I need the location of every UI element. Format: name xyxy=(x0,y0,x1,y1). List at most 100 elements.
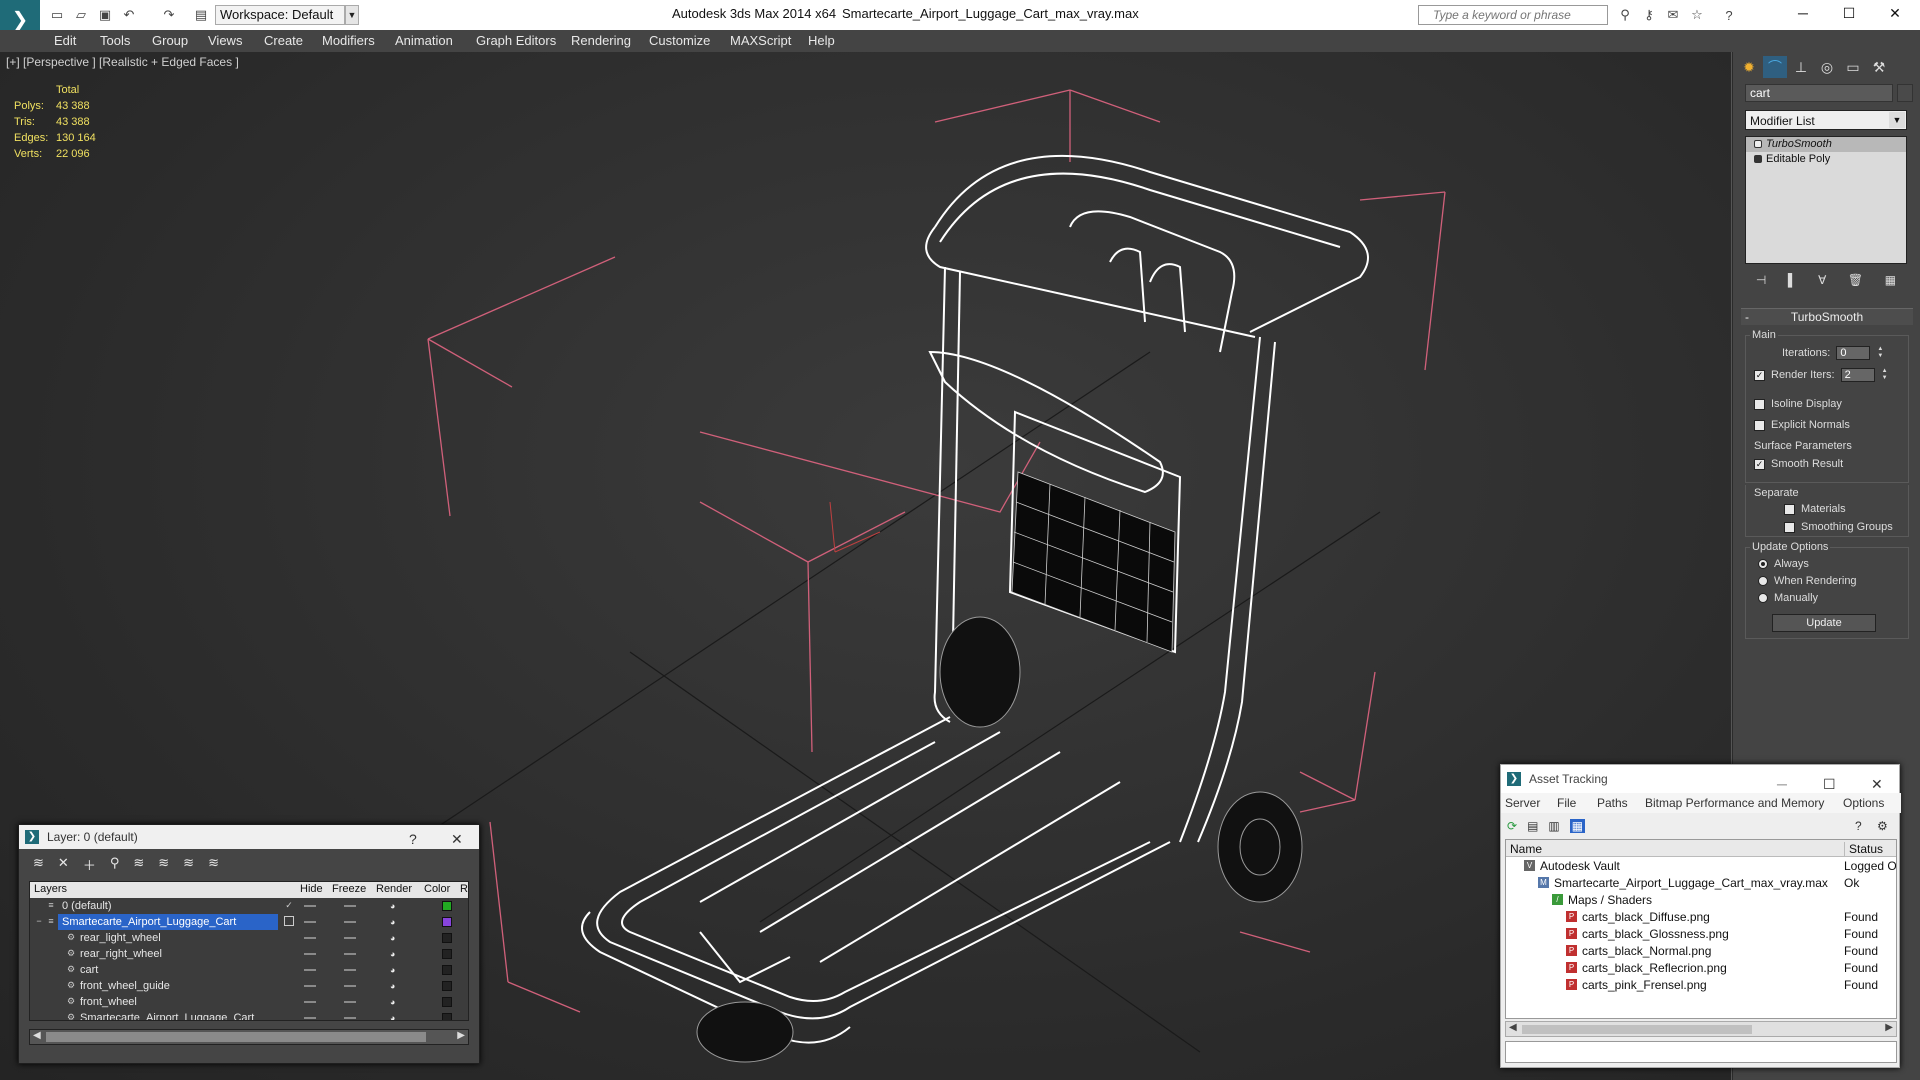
freeze-toggle[interactable] xyxy=(344,1001,356,1003)
scroll-left-icon[interactable]: ◀ xyxy=(33,1030,41,1041)
horizontal-scrollbar[interactable]: ◀ ▶ xyxy=(29,1029,469,1045)
freeze-toggle[interactable] xyxy=(344,937,356,939)
col-render[interactable]: Render xyxy=(376,883,412,895)
keyword-search-input[interactable] xyxy=(1418,5,1608,25)
close-icon[interactable]: ✕ xyxy=(451,827,463,851)
scroll-left-icon[interactable]: ◀ xyxy=(1509,1022,1517,1033)
layer-options-icon[interactable]: ≋ xyxy=(208,855,219,877)
menu-maxscript[interactable]: MAXScript xyxy=(730,33,791,48)
layer-color-swatch[interactable] xyxy=(442,949,452,959)
table-row[interactable]: ⚙ rear_light_wheel ◕ xyxy=(30,930,468,946)
render-iters-spinner[interactable]: 2 xyxy=(1840,368,1875,382)
hide-toggle[interactable] xyxy=(304,937,316,939)
layer-color-swatch[interactable] xyxy=(442,997,452,1007)
hide-toggle[interactable] xyxy=(304,985,316,987)
add-to-layer-icon[interactable]: ＋ xyxy=(83,855,96,877)
hide-toggle[interactable] xyxy=(304,905,316,907)
minimize-button[interactable]: ─ xyxy=(1780,0,1826,26)
render-teapot-icon[interactable]: ◕ xyxy=(390,981,395,991)
render-teapot-icon[interactable]: ◕ xyxy=(390,1013,395,1020)
project-folder-icon[interactable]: ▤ xyxy=(192,6,210,24)
highlight-layer-icon[interactable]: ≋ xyxy=(133,855,144,877)
table-view-icon[interactable]: ▦ xyxy=(1569,819,1586,833)
layer-color-swatch[interactable] xyxy=(442,917,452,927)
layer-color-swatch[interactable] xyxy=(442,933,452,943)
render-teapot-icon[interactable]: ◕ xyxy=(390,965,395,975)
workspace-dropdown[interactable]: Workspace: Default xyxy=(215,5,345,25)
table-row[interactable]: P carts_black_Reflecrion.png Found xyxy=(1506,959,1896,976)
manually-row[interactable]: Manually xyxy=(1758,592,1818,604)
hide-toggle[interactable] xyxy=(304,969,316,971)
col-color[interactable]: Color xyxy=(424,883,450,895)
lightbulb-icon[interactable] xyxy=(1754,140,1762,148)
table-row[interactable]: ⚙ Smartecarte_Airport_Luggage_Cart ◕ xyxy=(30,1010,468,1020)
menu-customize[interactable]: Customize xyxy=(649,33,710,48)
col-freeze[interactable]: Freeze xyxy=(332,883,366,895)
menu-graph-editors[interactable]: Graph Editors xyxy=(476,33,556,48)
modifier-list-dropdown[interactable]: Modifier List ▼ xyxy=(1745,110,1907,130)
menu-animation[interactable]: Animation xyxy=(395,33,453,48)
render-teapot-icon[interactable]: ◕ xyxy=(390,901,395,911)
smooth-result-row[interactable]: ✓ Smooth Result xyxy=(1754,458,1843,470)
table-row[interactable]: ⚙ front_wheel_guide ◕ xyxy=(30,978,468,994)
utilities-tab-icon[interactable]: ⚒ xyxy=(1867,56,1891,78)
communication-icon[interactable]: ✉ xyxy=(1664,6,1682,24)
pin-stack-icon[interactable]: ⊣ xyxy=(1756,273,1766,287)
freeze-toggle[interactable] xyxy=(344,969,356,971)
freeze-toggle[interactable] xyxy=(344,905,356,907)
delete-layer-icon[interactable]: ✕ xyxy=(58,855,69,877)
expand-plus-icon[interactable] xyxy=(1754,155,1762,163)
modifier-stack[interactable]: TurboSmooth Editable Poly xyxy=(1745,136,1907,264)
horizontal-scrollbar[interactable]: ◀ ▶ xyxy=(1505,1021,1897,1037)
refresh-icon[interactable]: ⟳ xyxy=(1507,819,1517,833)
undo-icon[interactable]: ↶ xyxy=(120,6,138,24)
menu-tools[interactable]: Tools xyxy=(100,33,130,48)
menu-group[interactable]: Group xyxy=(152,33,188,48)
table-row[interactable]: − ≡ Smartecarte_Airport_Luggage_Cart ◕ xyxy=(30,914,468,930)
layer-color-swatch[interactable] xyxy=(442,965,452,975)
hide-toggle[interactable] xyxy=(304,1017,316,1019)
freeze-toggle[interactable] xyxy=(344,985,356,987)
new-file-icon[interactable]: ▭ xyxy=(48,6,66,24)
explicit-normals-checkbox[interactable] xyxy=(1754,419,1765,431)
open-file-icon[interactable]: ▱ xyxy=(72,6,90,24)
table-row[interactable]: P carts_pink_Frensel.png Found xyxy=(1506,976,1896,993)
list-view-icon[interactable]: ▤ xyxy=(1527,819,1538,833)
stack-item-editable-poly[interactable]: Editable Poly xyxy=(1746,152,1906,167)
asset-path-field[interactable] xyxy=(1505,1041,1897,1063)
help-icon[interactable]: ? xyxy=(1720,6,1738,24)
help-button[interactable]: ? xyxy=(409,827,417,851)
when-rendering-row[interactable]: When Rendering xyxy=(1758,575,1857,587)
materials-checkbox[interactable] xyxy=(1784,503,1795,515)
save-icon[interactable]: ▣ xyxy=(96,6,114,24)
help-icon[interactable]: ? xyxy=(1855,819,1862,833)
redo-icon[interactable]: ↷ xyxy=(160,6,178,24)
checkmark-icon[interactable]: ✓ xyxy=(284,900,294,910)
menu-help[interactable]: Help xyxy=(808,33,835,48)
object-name-field[interactable]: cart xyxy=(1745,84,1893,102)
layer-color-swatch[interactable] xyxy=(442,1013,452,1020)
motion-tab-icon[interactable]: ◎ xyxy=(1815,56,1839,78)
configure-sets-icon[interactable]: ▦ xyxy=(1885,273,1896,287)
hide-toggle[interactable] xyxy=(304,953,316,955)
table-row[interactable]: ⚙ rear_right_wheel ◕ xyxy=(30,946,468,962)
close-button[interactable]: ✕ xyxy=(1872,0,1918,26)
current-layer-box[interactable] xyxy=(284,916,294,926)
hierarchy-tab-icon[interactable]: ⊥ xyxy=(1789,56,1813,78)
menu-file[interactable]: File xyxy=(1557,796,1576,810)
scrollbar-thumb[interactable] xyxy=(46,1032,426,1042)
menu-bitmap-performance[interactable]: Bitmap Performance and Memory xyxy=(1645,796,1824,810)
make-unique-icon[interactable]: ∀ xyxy=(1818,273,1826,287)
dialog-title-bar[interactable]: ❯ Layer: 0 (default) ? ✕ xyxy=(19,825,479,849)
favorites-star-icon[interactable]: ☆ xyxy=(1688,6,1706,24)
settings-icon[interactable]: ⚙ xyxy=(1877,819,1888,833)
create-tab-sun-icon[interactable]: ✹ xyxy=(1737,56,1761,78)
collapse-icon[interactable]: − xyxy=(34,916,44,926)
render-teapot-icon[interactable]: ◕ xyxy=(390,997,395,1007)
subscription-icon[interactable]: ⚷ xyxy=(1640,6,1658,24)
explicit-normals-row[interactable]: Explicit Normals xyxy=(1754,419,1850,431)
isoline-checkbox[interactable] xyxy=(1754,398,1765,410)
freeze-toggle[interactable] xyxy=(344,1017,356,1019)
menu-server[interactable]: Server xyxy=(1505,796,1540,810)
col-name[interactable]: Name xyxy=(1510,842,1542,856)
